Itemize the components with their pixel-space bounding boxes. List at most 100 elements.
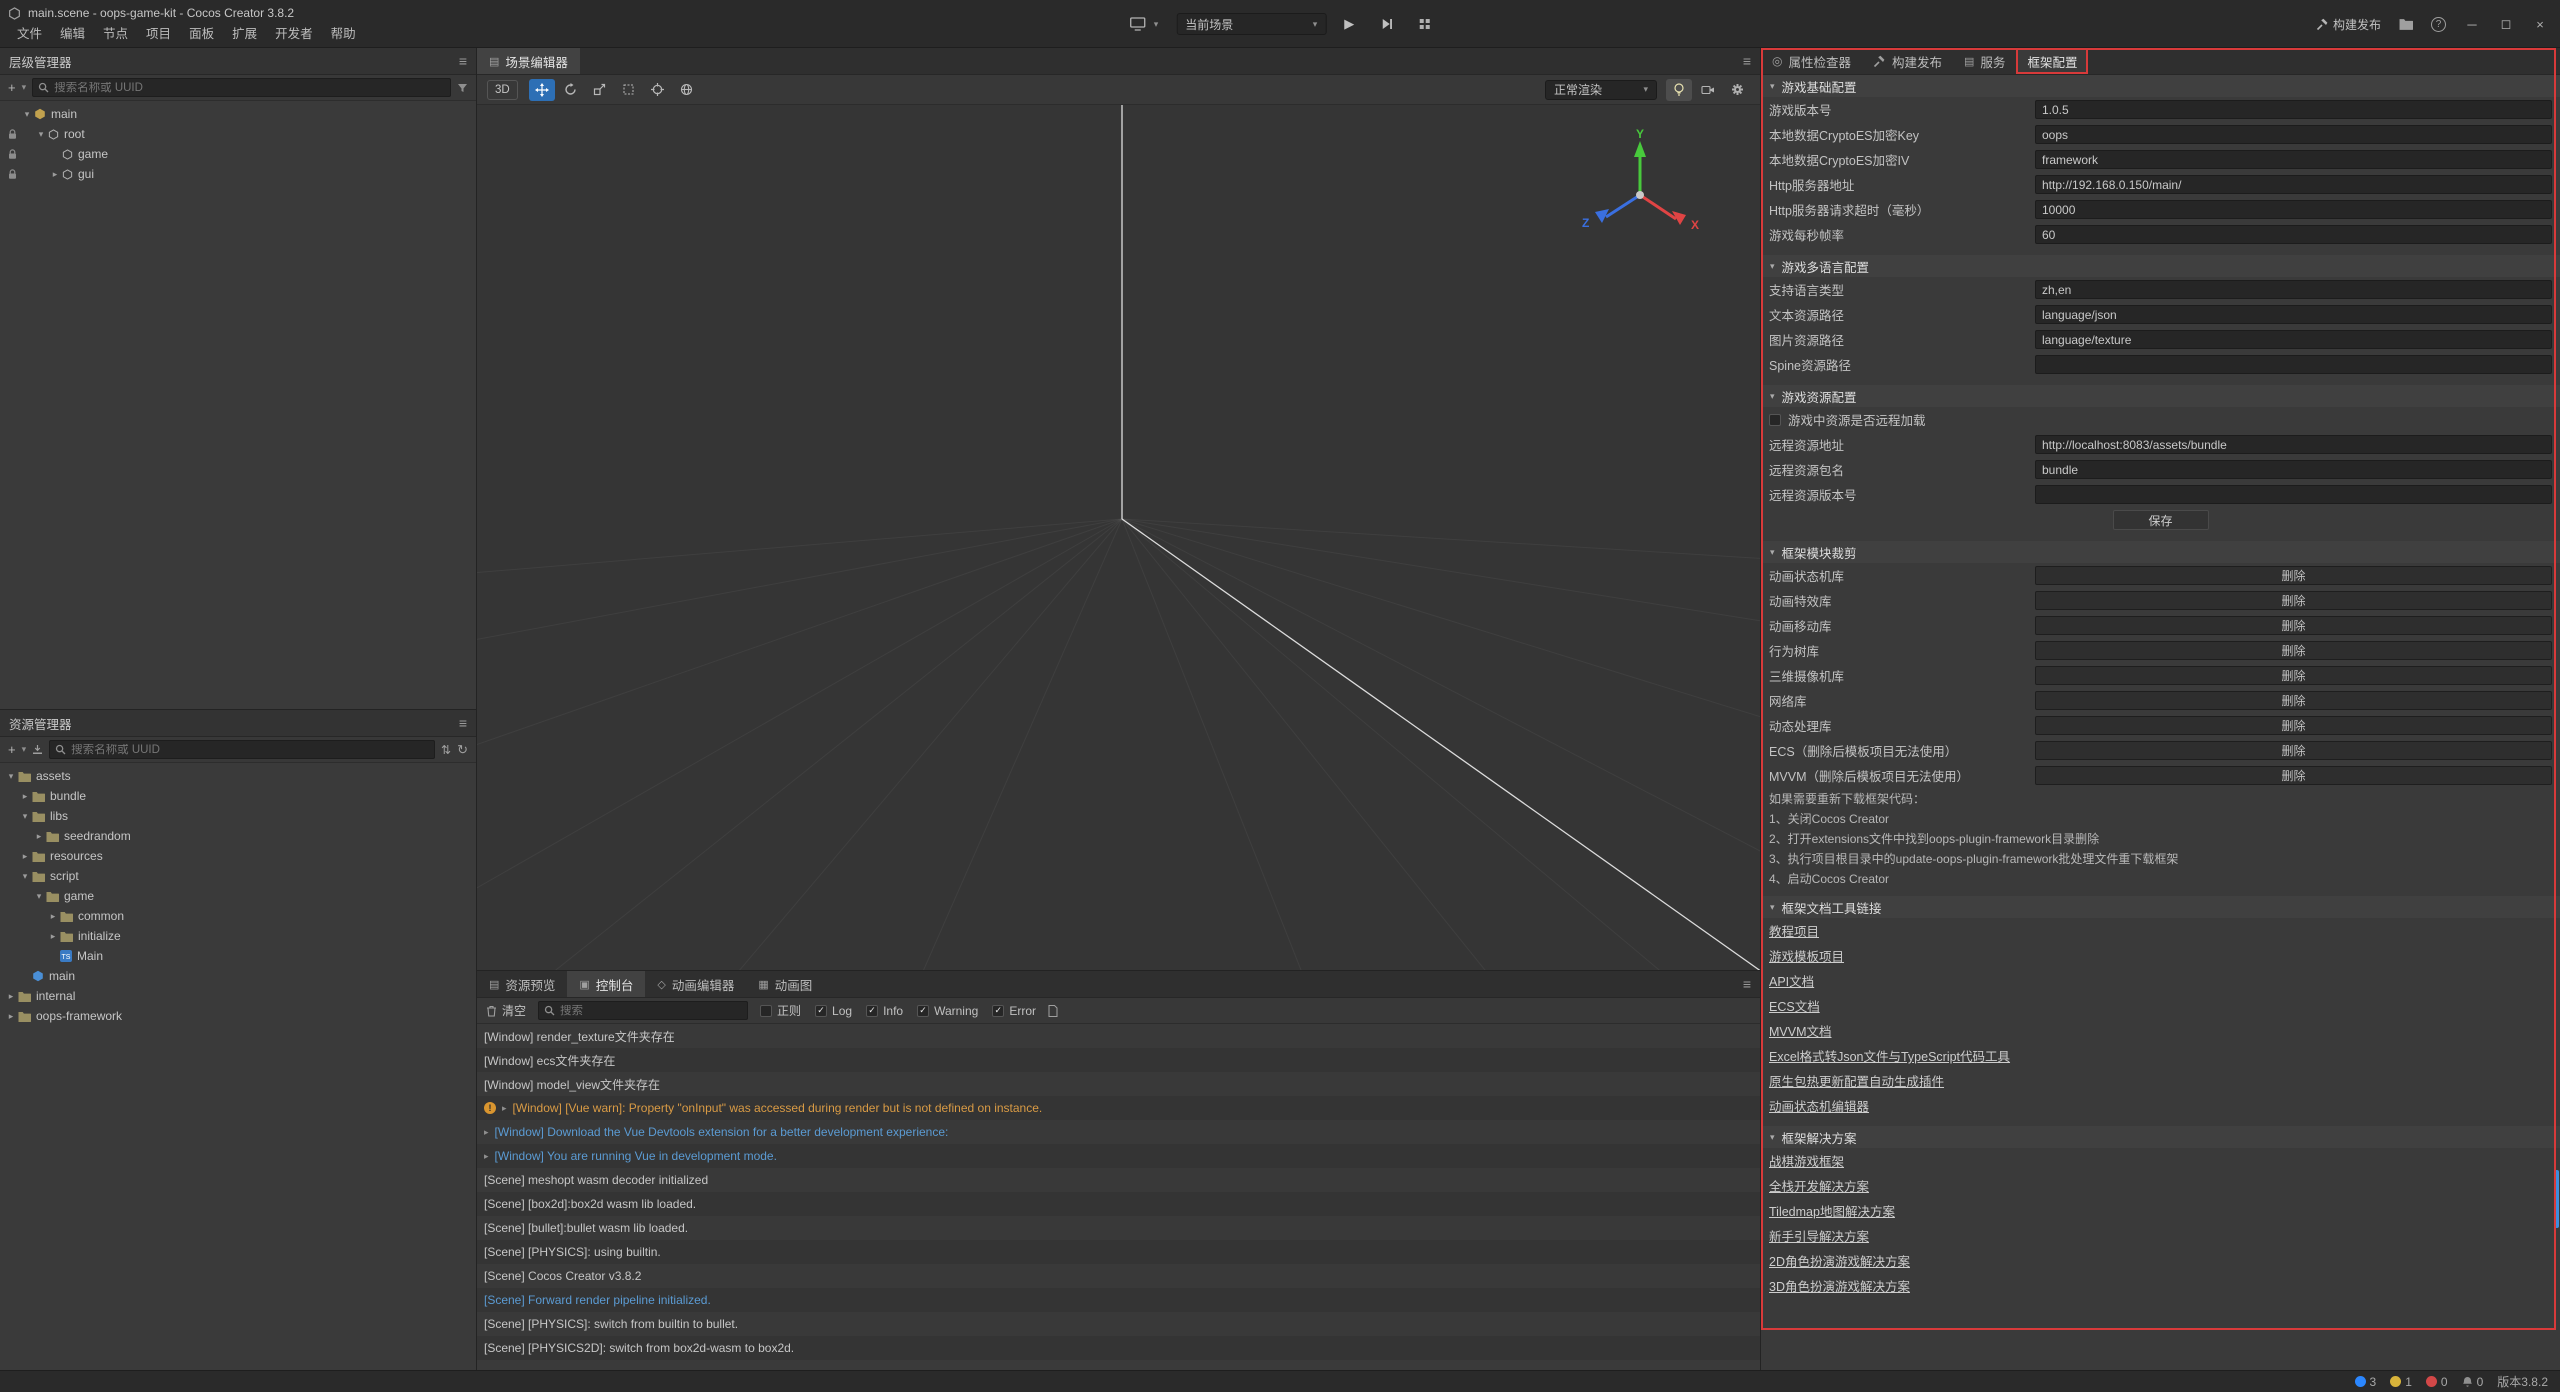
hierarchy-node[interactable]: ▾main <box>4 104 476 124</box>
panel-menu-icon[interactable]: ≡ <box>459 53 467 69</box>
layout-button[interactable] <box>1410 11 1438 37</box>
console-collapse-button[interactable] <box>1048 1005 1058 1017</box>
doc-link[interactable]: 战棋游戏框架 <box>1769 1151 1844 1170</box>
menu-item[interactable]: 编辑 <box>51 23 94 45</box>
doc-link[interactable]: API文档 <box>1769 971 1814 990</box>
asset-node[interactable]: main <box>4 966 476 986</box>
log-expand-arrow-icon[interactable]: ▸ <box>484 1127 489 1138</box>
hierarchy-node[interactable]: ▾root <box>4 124 476 144</box>
notification-count[interactable]: 0 <box>2462 1375 2484 1389</box>
checkbox-row[interactable]: 游戏中资源是否远程加载 <box>1761 407 2560 432</box>
scene-light-toggle[interactable] <box>1666 79 1692 101</box>
field-input[interactable] <box>2035 435 2552 454</box>
close-button[interactable]: × <box>2524 9 2556 39</box>
inspector-tab-service[interactable]: ▤服务 <box>1953 48 2016 74</box>
tree-expand-arrow-icon[interactable]: ▸ <box>46 931 60 942</box>
menu-item[interactable]: 开发者 <box>266 23 322 45</box>
collapse-arrow-icon[interactable]: ▾ <box>1770 261 1775 272</box>
filter-checkbox[interactable] <box>760 1005 772 1017</box>
tree-expand-arrow-icon[interactable]: ▾ <box>18 871 32 882</box>
tree-expand-arrow-icon[interactable]: ▾ <box>34 129 48 140</box>
tree-expand-arrow-icon[interactable]: ▸ <box>4 1011 18 1022</box>
tab-scene-editor[interactable]: ▤ 场景编辑器 <box>477 48 580 74</box>
assets-search-input[interactable] <box>71 744 429 756</box>
console-log-row[interactable]: [Scene] meshopt wasm decoder initialized <box>477 1168 1760 1192</box>
field-input[interactable] <box>2035 460 2552 479</box>
console-tab-1[interactable]: ▣控制台 <box>567 971 645 997</box>
console-log-row[interactable]: [Scene] Forward render pipeline initiali… <box>477 1288 1760 1312</box>
section-header[interactable]: ▾游戏多语言配置 <box>1761 255 2560 277</box>
collapse-arrow-icon[interactable]: ▾ <box>1770 547 1775 558</box>
panel-menu-icon[interactable]: ≡ <box>1743 971 1760 997</box>
console-log-row[interactable]: [Scene] [PHYSICS]: using builtin. <box>477 1240 1760 1264</box>
section-header[interactable]: ▾框架解决方案 <box>1761 1126 2560 1148</box>
asset-node[interactable]: ▸resources <box>4 846 476 866</box>
field-input[interactable] <box>2035 355 2552 374</box>
field-input[interactable] <box>2035 485 2552 504</box>
console-clear-button[interactable]: 清空 <box>486 1002 526 1019</box>
tree-expand-arrow-icon[interactable]: ▸ <box>4 991 18 1002</box>
menu-item[interactable]: 文件 <box>8 23 51 45</box>
hierarchy-node[interactable]: ▸gui <box>4 164 476 184</box>
filter-checkbox[interactable]: ✓ <box>866 1005 878 1017</box>
doc-link[interactable]: 原生包热更新配置自动生成插件 <box>1769 1071 1944 1090</box>
console-log-row[interactable]: [Window] render_texture文件夹存在 <box>477 1024 1760 1048</box>
create-asset-button[interactable]: +▾ <box>8 742 26 757</box>
asset-node[interactable]: ▸common <box>4 906 476 926</box>
doc-link[interactable]: 新手引导解决方案 <box>1769 1226 1869 1245</box>
field-input[interactable] <box>2035 150 2552 169</box>
collapse-arrow-icon[interactable]: ▾ <box>1770 902 1775 913</box>
section-header[interactable]: ▾游戏基础配置 <box>1761 75 2560 97</box>
console-log-row[interactable]: [Scene] [box2d]:box2d wasm lib loaded. <box>477 1192 1760 1216</box>
log-count-info[interactable]: 3 <box>2355 1375 2377 1389</box>
menu-item[interactable]: 扩展 <box>223 23 266 45</box>
collapse-arrow-icon[interactable]: ▾ <box>1770 81 1775 92</box>
maximize-button[interactable]: ◻ <box>2490 9 2522 39</box>
scene-settings-button[interactable] <box>1724 79 1750 101</box>
preview-target-button[interactable]: ▾ <box>1122 11 1167 37</box>
delete-module-button[interactable]: 删除 <box>2035 641 2552 660</box>
inspector-tab-properties[interactable]: ◎属性检查器 <box>1761 48 1862 74</box>
console-filter-error[interactable]: ✓Error <box>992 1004 1036 1018</box>
delete-module-button[interactable]: 删除 <box>2035 616 2552 635</box>
tree-expand-arrow-icon[interactable]: ▸ <box>32 831 46 842</box>
console-filter-warning[interactable]: ✓Warning <box>917 1004 978 1018</box>
step-button[interactable] <box>1372 11 1400 37</box>
projection-3d-toggle[interactable]: 3D <box>487 80 518 100</box>
console-tab-2[interactable]: ◇动画编辑器 <box>645 971 746 997</box>
tree-expand-arrow-icon[interactable]: ▸ <box>48 169 62 180</box>
doc-link[interactable]: MVVM文档 <box>1769 1021 1832 1040</box>
field-input[interactable] <box>2035 200 2552 219</box>
console-log-row[interactable]: [Scene] [PHYSICS]: switch from builtin t… <box>477 1312 1760 1336</box>
lock-icon[interactable] <box>4 129 20 140</box>
delete-module-button[interactable]: 删除 <box>2035 766 2552 785</box>
section-header[interactable]: ▾游戏资源配置 <box>1761 385 2560 407</box>
delete-module-button[interactable]: 删除 <box>2035 566 2552 585</box>
scene-viewport[interactable]: Y X Z <box>477 105 1760 970</box>
tree-expand-arrow-icon[interactable]: ▸ <box>18 851 32 862</box>
panel-menu-icon[interactable]: ≡ <box>1743 48 1760 74</box>
doc-link[interactable]: Tiledmap地图解决方案 <box>1769 1201 1895 1220</box>
tree-expand-arrow-icon[interactable]: ▾ <box>18 811 32 822</box>
collapse-arrow-icon[interactable]: ▾ <box>1770 391 1775 402</box>
field-input[interactable] <box>2035 330 2552 349</box>
log-expand-arrow-icon[interactable]: ▸ <box>502 1103 507 1114</box>
coordinate-toggle-button[interactable] <box>674 79 700 101</box>
save-button[interactable]: 保存 <box>2113 510 2209 530</box>
menu-item[interactable]: 项目 <box>137 23 180 45</box>
inspector-tab-build[interactable]: 构建发布 <box>1862 48 1953 74</box>
asset-node[interactable]: ▸initialize <box>4 926 476 946</box>
delete-module-button[interactable]: 删除 <box>2035 741 2552 760</box>
asset-node[interactable]: ▸bundle <box>4 786 476 806</box>
console-log-row[interactable]: [Scene] [bullet]:bullet wasm lib loaded. <box>477 1216 1760 1240</box>
scene-select[interactable]: 当前场景▾ <box>1176 13 1326 35</box>
asset-node[interactable]: TSMain <box>4 946 476 966</box>
asset-node[interactable]: ▾assets <box>4 766 476 786</box>
menu-item[interactable]: 帮助 <box>322 23 365 45</box>
translate-tool-button[interactable] <box>529 79 555 101</box>
render-mode-select[interactable]: 正常渲染▾ <box>1545 80 1657 100</box>
pivot-toggle-button[interactable] <box>645 79 671 101</box>
inspector-scrollbar-thumb[interactable] <box>2554 1170 2559 1228</box>
field-input[interactable] <box>2035 305 2552 324</box>
console-log-row[interactable]: [Scene] Cocos Creator v3.8.2 <box>477 1264 1760 1288</box>
